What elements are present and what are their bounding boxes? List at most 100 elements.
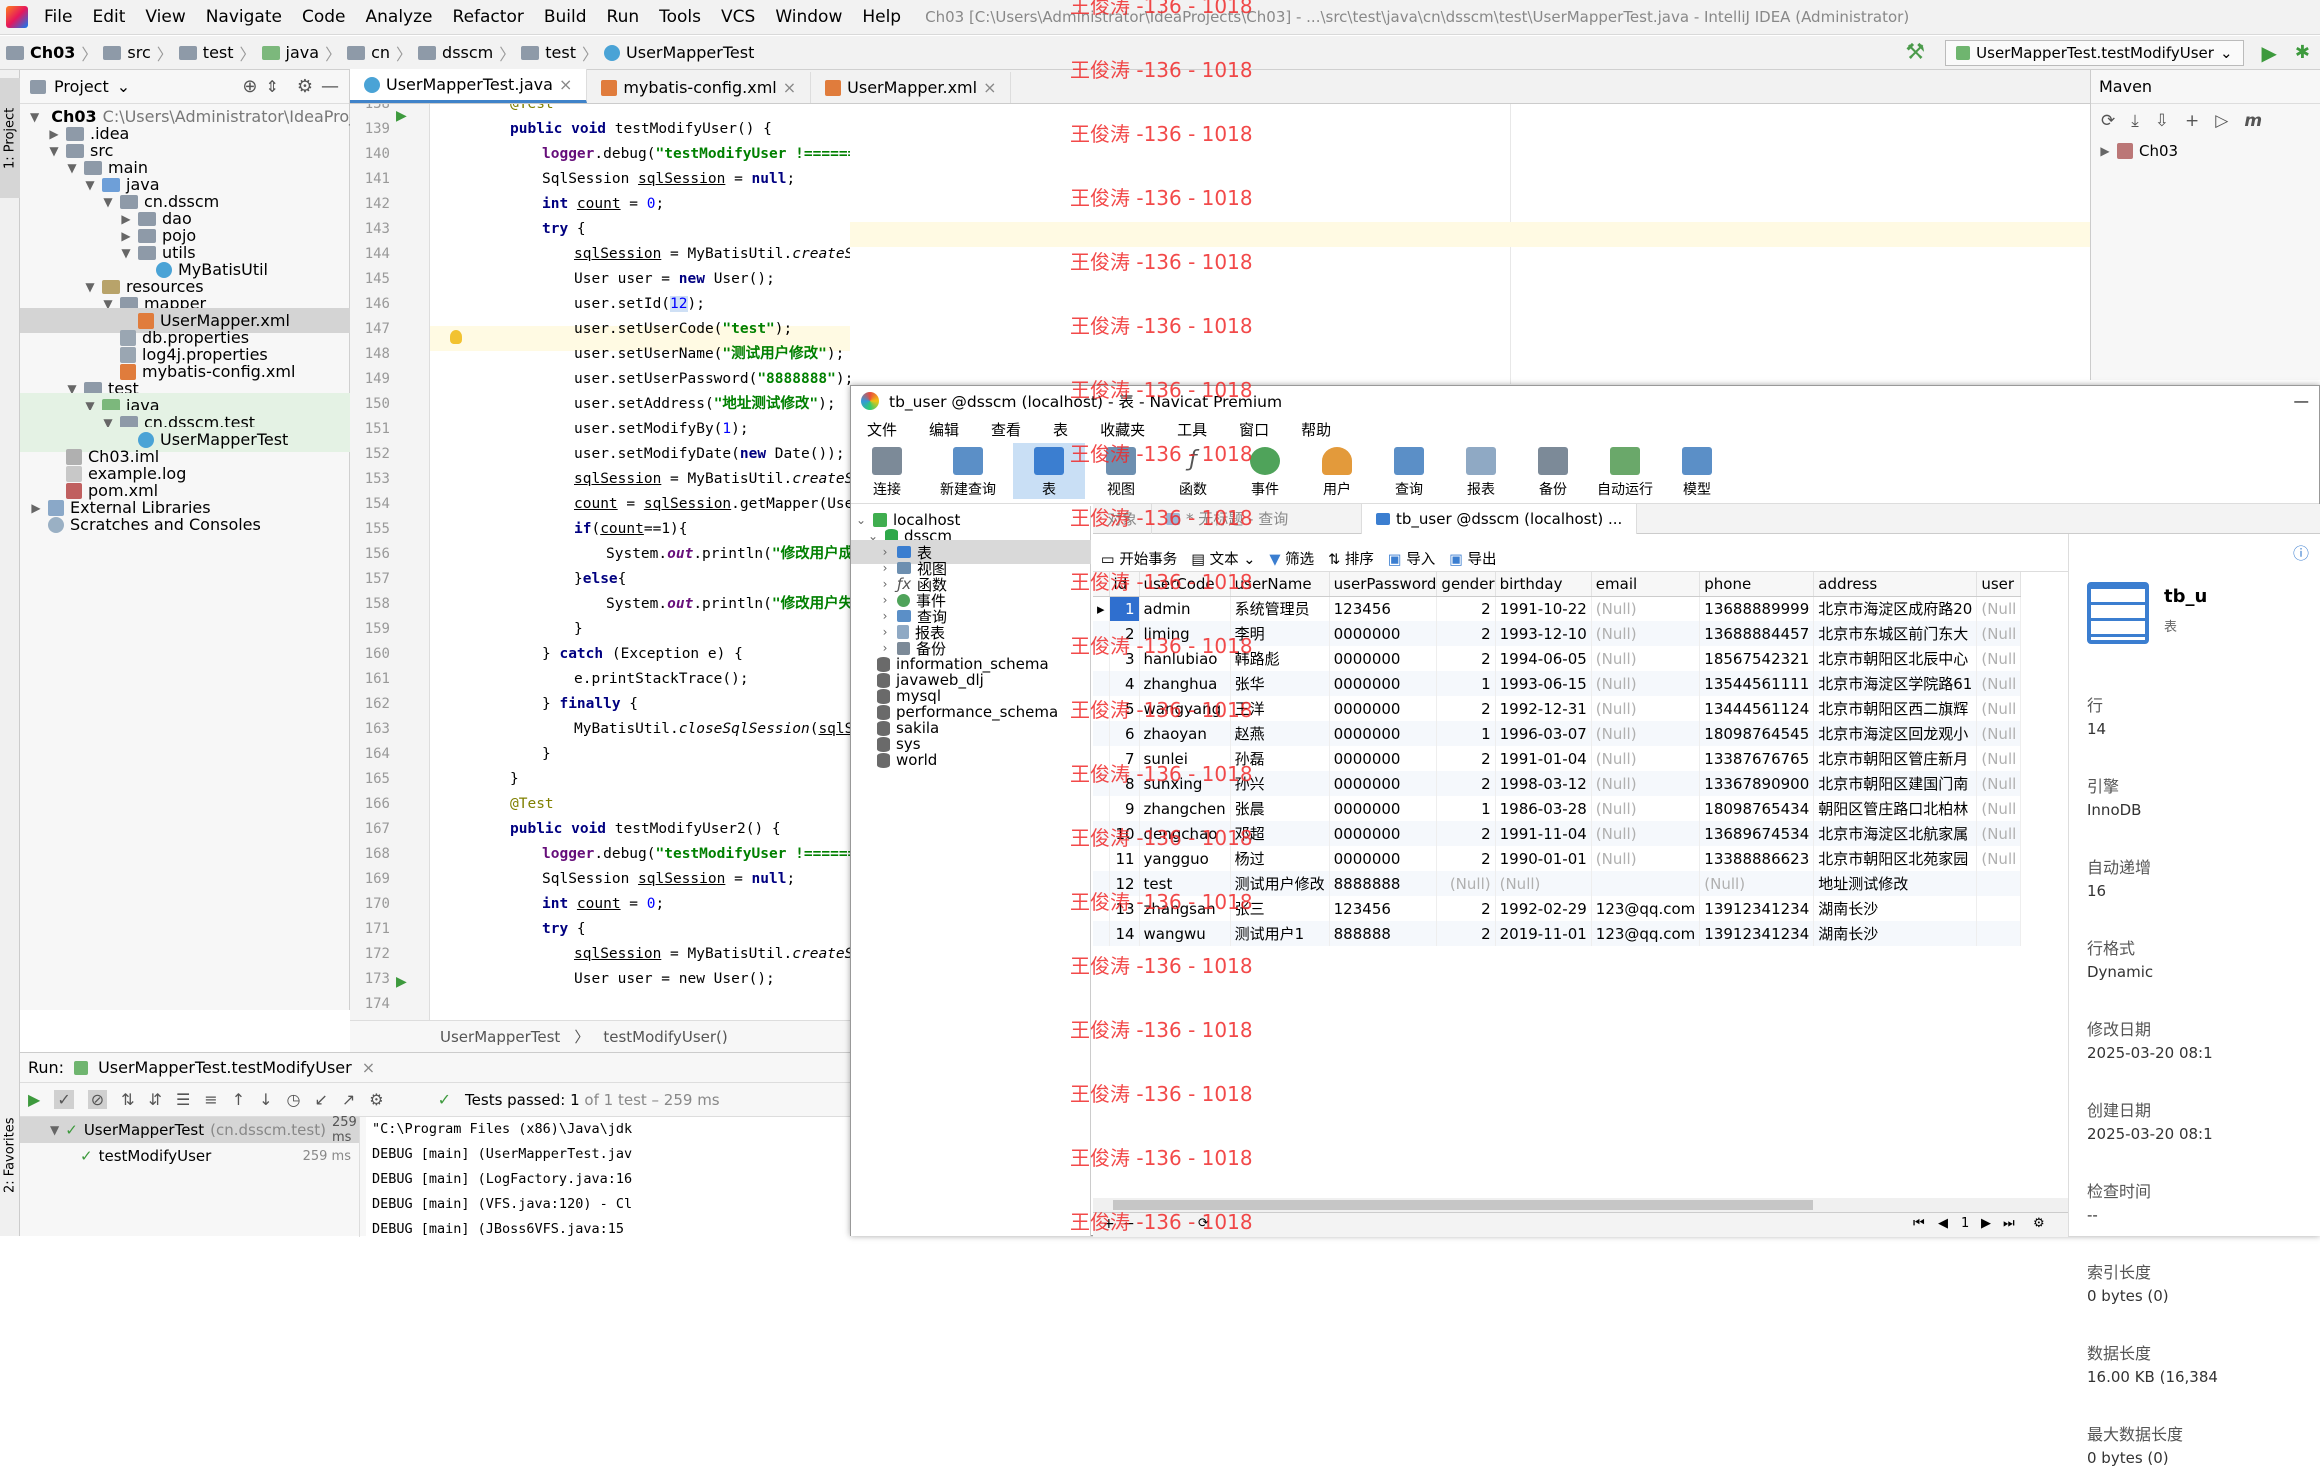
table-cell[interactable]: (Null) — [1591, 671, 1701, 696]
table-cell[interactable] — [1591, 871, 1701, 896]
table-cell[interactable]: 邓超 — [1230, 821, 1330, 846]
table-row[interactable]: 7 sunlei 孙磊 0000000 2 1991-01-04 (Null) 1338767… — [1093, 746, 2022, 771]
sort-alpha-icon[interactable]: ⇅ — [121, 1090, 134, 1109]
table-cell[interactable]: (Null — [1976, 721, 2022, 746]
maven-tree-item[interactable]: ▶ Ch03 — [2091, 138, 2320, 164]
run-config-tab[interactable]: UserMapperTest.testModifyUser — [98, 1058, 352, 1077]
column-header[interactable]: gender — [1436, 572, 1496, 597]
table-cell[interactable]: 1992-12-31 — [1495, 696, 1592, 721]
table-cell[interactable]: 2 — [1436, 771, 1496, 796]
table-cell[interactable]: 2 — [1436, 896, 1496, 921]
data-grid[interactable]: id userCode userName userPassword gender… — [1093, 572, 2068, 1182]
menu-code[interactable]: Code — [292, 7, 356, 27]
table-row[interactable]: 13 zhangsan 张三 123456 2 1992-02-29 123@qq.com 1… — [1093, 896, 2022, 921]
table-cell[interactable]: (Null) — [1591, 821, 1701, 846]
table-cell[interactable]: 北京市朝阳区建国门南 — [1813, 771, 1978, 796]
toolbar-connect-button[interactable]: 连接 — [851, 447, 923, 499]
next-page-icon[interactable]: ▶ — [1981, 1216, 1991, 1231]
table-cell[interactable]: 2 — [1436, 646, 1496, 671]
table-cell[interactable]: liming — [1139, 621, 1231, 646]
test-tree-item[interactable]: ✓ testModifyUser 259 ms — [20, 1143, 359, 1169]
run-test-gutter-icon[interactable]: ▶ — [396, 108, 407, 124]
table-cell[interactable]: 13544561111 — [1699, 671, 1815, 696]
refresh-icon[interactable]: ⟳ — [1198, 1216, 1209, 1231]
table-cell[interactable]: 湖南长沙 — [1813, 921, 1978, 946]
chevron-down-icon[interactable]: ⌄ — [117, 77, 130, 96]
table-row[interactable]: 11 yangguo 杨过 0000000 2 1990-01-01 (Null) 13388… — [1093, 846, 2022, 871]
filter-button[interactable]: ▼ 筛选 — [1269, 548, 1314, 569]
close-icon[interactable]: × — [983, 78, 996, 97]
navicat-menu-item[interactable]: 工具 — [1161, 419, 1223, 440]
column-header[interactable]: user — [1976, 572, 2022, 597]
page-number[interactable]: 1 — [1961, 1216, 1969, 1231]
menu-analyze[interactable]: Analyze — [356, 7, 443, 27]
table-row[interactable]: 9 zhangchen 张晨 0000000 1 1986-03-28 (Null) 1809… — [1093, 796, 2022, 821]
prev-page-icon[interactable]: ◀ — [1938, 1216, 1948, 1231]
table-cell[interactable]: 北京市海淀区成府路20 — [1813, 596, 1978, 621]
table-cell[interactable] — [1976, 921, 2022, 946]
console-output[interactable]: "C:\Program Files (x86)\Java\jdk DEBUG [… — [366, 1117, 850, 1237]
table-cell[interactable]: 王洋 — [1230, 696, 1330, 721]
table-cell[interactable]: 1986-03-28 — [1495, 796, 1592, 821]
column-header[interactable]: birthday — [1495, 572, 1592, 597]
table-cell[interactable]: 1992-02-29 — [1495, 896, 1592, 921]
table-cell[interactable]: (Null — [1976, 821, 2022, 846]
table-cell[interactable]: 10 — [1109, 821, 1140, 846]
table-cell[interactable]: 13387676765 — [1699, 746, 1815, 771]
navicat-menu-item[interactable]: 编辑 — [913, 419, 975, 440]
toolbar-query-button[interactable]: 查询 — [1373, 447, 1445, 499]
column-header[interactable]: userPassword — [1329, 572, 1438, 597]
row-marker[interactable] — [1093, 671, 1110, 696]
export-icon[interactable]: ↗ — [342, 1090, 355, 1109]
prev-icon[interactable]: ↑ — [232, 1090, 245, 1109]
text-button[interactable]: ▤ 文本 ⌄ — [1191, 548, 1255, 569]
table-row[interactable]: ▸ 1 admin 系统管理员 123456 2 1991-10-22 (Null) 13688… — [1093, 596, 2022, 621]
last-page-icon[interactable]: ⏭ — [2003, 1216, 2015, 1231]
download-icon[interactable]: ⇩ — [2155, 111, 2169, 131]
export-button[interactable]: ▣ 导出 — [1449, 548, 1496, 569]
table-cell[interactable]: 14 — [1109, 921, 1140, 946]
table-cell[interactable]: 1993-12-10 — [1495, 621, 1592, 646]
close-icon[interactable]: × — [559, 75, 572, 94]
column-header[interactable]: userName — [1230, 572, 1330, 597]
table-cell[interactable]: 11 — [1109, 846, 1140, 871]
table-cell[interactable]: 7 — [1109, 746, 1140, 771]
table-row[interactable]: 3 hanlubiao 韩路彪 0000000 2 1994-06-05 (Null) 185… — [1093, 646, 2022, 671]
table-cell[interactable]: 湖南长沙 — [1813, 896, 1978, 921]
row-marker[interactable] — [1093, 846, 1110, 871]
breadcrumb-item[interactable]: UserMapperTest — [598, 43, 760, 62]
favorites-tool-button[interactable]: 2: Favorites — [0, 1100, 20, 1210]
table-cell[interactable]: (Null — [1976, 646, 2022, 671]
table-cell[interactable]: (Null — [1976, 596, 2022, 621]
table-cell[interactable]: zhanghua — [1139, 671, 1231, 696]
navicat-menu-item[interactable]: 文件 — [851, 419, 913, 440]
table-cell[interactable]: 朝阳区管庄路口北柏林 — [1813, 796, 1978, 821]
table-cell[interactable]: (Null) — [1591, 596, 1701, 621]
toolbar-function-button[interactable]: ƒ 函数 — [1157, 447, 1229, 499]
horizontal-scrollbar[interactable] — [1093, 1198, 2068, 1212]
menu-edit[interactable]: Edit — [82, 7, 135, 27]
table-cell[interactable]: 123456 — [1329, 596, 1438, 621]
menu-window[interactable]: Window — [765, 7, 852, 27]
breadcrumb-item[interactable]: src — [97, 43, 156, 62]
table-cell[interactable]: yangguo — [1139, 846, 1231, 871]
table-cell[interactable]: 13912341234 — [1699, 921, 1815, 946]
scrollbar-thumb[interactable] — [1113, 1200, 1813, 1210]
table-cell[interactable]: 0000000 — [1329, 796, 1438, 821]
tree-item-scratches[interactable]: Scratches and Consoles — [20, 512, 350, 537]
table-cell[interactable]: 北京市海淀区回龙观小 — [1813, 721, 1978, 746]
tab-usermappertest-java[interactable]: UserMapperTest.java × — [350, 69, 588, 103]
menu-tools[interactable]: Tools — [649, 7, 711, 27]
table-cell[interactable]: 13367890900 — [1699, 771, 1815, 796]
table-cell[interactable]: 18098765434 — [1699, 796, 1815, 821]
column-header[interactable]: phone — [1699, 572, 1815, 597]
lightbulb-icon[interactable] — [450, 330, 462, 344]
table-cell[interactable]: (Null) — [1495, 871, 1592, 896]
table-cell[interactable]: 0000000 — [1329, 621, 1438, 646]
table-cell[interactable]: 北京市海淀区学院路61 — [1813, 671, 1978, 696]
table-cell[interactable]: 赵燕 — [1230, 721, 1330, 746]
table-cell[interactable]: 2 — [1109, 621, 1140, 646]
table-cell[interactable]: 系统管理员 — [1230, 596, 1330, 621]
close-icon[interactable]: × — [783, 78, 796, 97]
table-cell[interactable]: zhangsan — [1139, 896, 1231, 921]
